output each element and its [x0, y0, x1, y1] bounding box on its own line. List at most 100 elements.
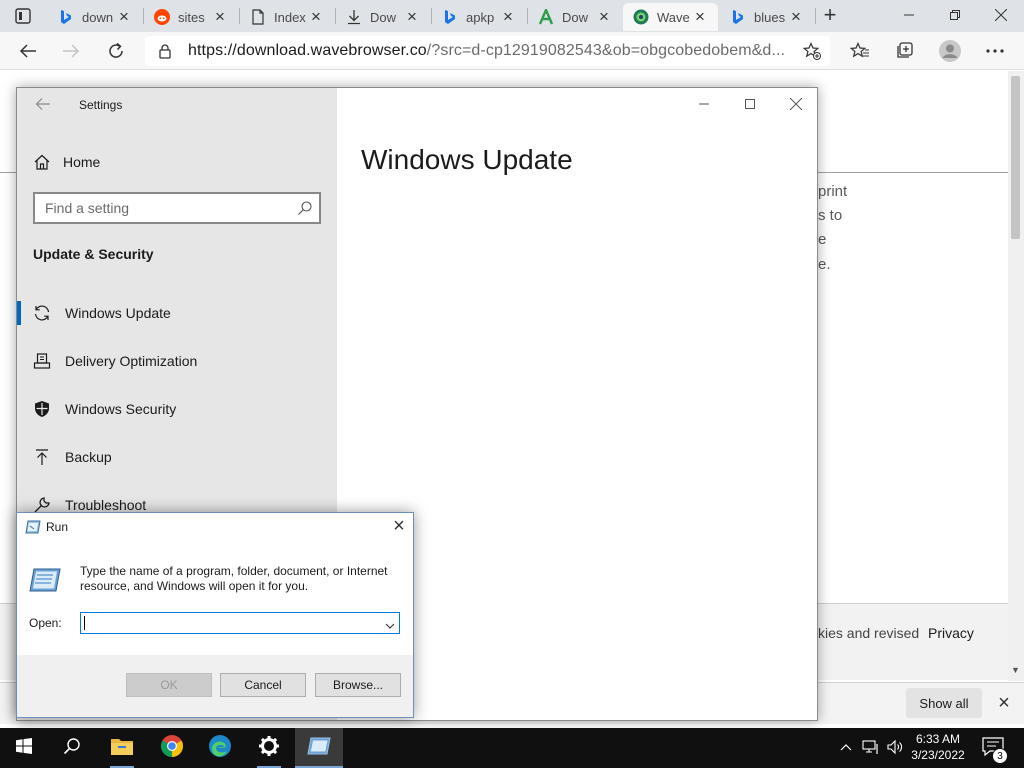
run-close-icon[interactable]: ×	[389, 516, 409, 537]
system-clock[interactable]: 6:33 AM 3/23/2022	[906, 731, 970, 763]
tab-6[interactable]: Dow ×	[528, 3, 622, 31]
document-icon	[250, 9, 266, 25]
backup-icon	[33, 448, 51, 466]
tab-actions-icon[interactable]	[14, 7, 32, 25]
page-text-fragment: s to	[818, 207, 843, 224]
find-a-setting-input[interactable]: Find a setting	[33, 192, 321, 224]
collections-icon[interactable]	[894, 40, 916, 62]
edge-icon	[208, 734, 232, 763]
page-title: Windows Update	[361, 144, 573, 175]
nav-item-label: Windows Update	[65, 305, 171, 321]
volume-icon[interactable]	[886, 738, 904, 756]
bing-icon	[730, 9, 746, 25]
tab-close-icon[interactable]: ×	[404, 8, 420, 25]
nav-item-backup[interactable]: Backup	[17, 437, 337, 477]
taskbar-run[interactable]	[295, 728, 343, 768]
taskbar-chrome[interactable]	[148, 728, 196, 768]
taskbar-search-button[interactable]	[48, 728, 96, 768]
tab-3[interactable]: Index ×	[240, 3, 334, 31]
nav-item-windows-security[interactable]: Windows Security	[17, 389, 337, 429]
browser-minimize-icon[interactable]	[886, 0, 932, 30]
nav-item-label: Troubleshoot	[65, 497, 147, 513]
nav-item-delivery-optimization[interactable]: Delivery Optimization	[17, 341, 337, 381]
url-text[interactable]: https://download.wavebrowser.co/?src=d-c…	[188, 42, 788, 60]
cancel-button[interactable]: Cancel	[220, 673, 306, 697]
tab-close-icon[interactable]: ×	[596, 8, 612, 25]
settings-section-title: Update & Security	[33, 246, 154, 262]
tab-close-icon[interactable]: ×	[308, 8, 324, 25]
forward-arrow-icon[interactable]	[60, 40, 82, 62]
page-scrollbar-thumb[interactable]	[1011, 76, 1020, 239]
run-app-icon	[307, 737, 331, 760]
search-placeholder: Find a setting	[45, 200, 130, 216]
download-bar-close-icon[interactable]: ×	[994, 693, 1014, 714]
new-tab-plus-icon[interactable]: +	[820, 4, 840, 26]
start-button[interactable]	[0, 728, 48, 768]
taskbar-file-explorer[interactable]	[98, 728, 146, 768]
refresh-icon[interactable]	[105, 40, 127, 62]
lock-icon[interactable]	[157, 43, 173, 59]
gear-icon	[258, 735, 280, 762]
open-combobox-input[interactable]	[80, 612, 400, 634]
chevron-down-icon[interactable]	[385, 618, 395, 629]
show-all-downloads-button[interactable]: Show all	[906, 688, 982, 718]
network-icon[interactable]	[862, 738, 880, 756]
tab-close-icon[interactable]: ×	[788, 8, 804, 25]
search-icon	[63, 737, 81, 760]
settings-maximize-icon[interactable]	[727, 88, 773, 120]
chevron-up-icon[interactable]	[838, 737, 854, 757]
open-label: Open:	[29, 616, 62, 630]
taskbar-settings[interactable]	[245, 728, 293, 768]
tab-close-icon[interactable]: ×	[116, 8, 132, 25]
add-favorite-icon[interactable]	[802, 42, 821, 60]
folder-icon	[110, 736, 134, 761]
browser-close-icon[interactable]	[978, 0, 1024, 30]
settings-home-link[interactable]: Home	[33, 151, 323, 173]
back-arrow-icon[interactable]	[35, 97, 51, 113]
tab-8[interactable]: blues ×	[720, 3, 814, 31]
run-dialog-icon	[29, 568, 61, 592]
shield-icon	[33, 400, 51, 418]
tab-title: Dow	[370, 9, 397, 25]
address-bar[interactable]: https://download.wavebrowser.co/?src=d-c…	[145, 36, 830, 66]
tab-1[interactable]: down ×	[48, 3, 142, 31]
run-app-icon	[25, 520, 41, 534]
chrome-icon	[160, 734, 184, 763]
tab-4[interactable]: Dow ×	[336, 3, 430, 31]
clock-time: 6:33 AM	[915, 732, 961, 746]
tab-title: apkp	[466, 9, 495, 25]
more-options-icon[interactable]	[984, 40, 1006, 62]
page-text-fragment: e	[818, 231, 827, 248]
bing-icon	[442, 9, 458, 25]
home-icon	[33, 153, 51, 171]
browser-navigation-bar: https://download.wavebrowser.co/?src=d-c…	[0, 32, 1024, 70]
back-arrow-icon[interactable]	[17, 40, 39, 62]
search-icon	[297, 200, 313, 216]
taskbar-edge[interactable]	[196, 728, 244, 768]
home-label: Home	[63, 154, 101, 170]
privacy-link[interactable]: Privacy	[928, 625, 974, 641]
refresh-icon	[33, 304, 51, 322]
tab-7-active[interactable]: Wave ×	[623, 3, 718, 31]
tab-close-icon[interactable]: ×	[692, 8, 708, 25]
favorites-icon[interactable]	[849, 40, 871, 62]
settings-minimize-icon[interactable]	[681, 88, 727, 120]
profile-avatar-icon[interactable]	[939, 40, 961, 62]
tab-2[interactable]: sites ×	[144, 3, 238, 31]
run-description: Type the name of a program, folder, docu…	[80, 564, 388, 593]
wavebrowser-icon	[633, 9, 649, 25]
scroll-down-arrow-icon[interactable]: ▼	[1011, 665, 1020, 675]
browse-button[interactable]: Browse...	[315, 673, 401, 697]
nav-item-label: Windows Security	[65, 401, 177, 417]
bing-icon	[58, 9, 74, 25]
browser-tab-strip: down × sites × Index × Dow × apkp × Dow …	[0, 0, 1024, 32]
tab-close-icon[interactable]: ×	[500, 8, 516, 25]
nav-item-windows-update[interactable]: Windows Update	[17, 293, 337, 333]
tab-close-icon[interactable]: ×	[212, 8, 228, 25]
tab-5[interactable]: apkp ×	[432, 3, 526, 31]
settings-close-icon[interactable]	[773, 88, 817, 120]
run-titlebar[interactable]	[17, 513, 413, 543]
browser-restore-icon[interactable]	[932, 0, 978, 30]
tab-title: Wave	[657, 9, 690, 25]
ok-button[interactable]: OK	[126, 673, 212, 697]
